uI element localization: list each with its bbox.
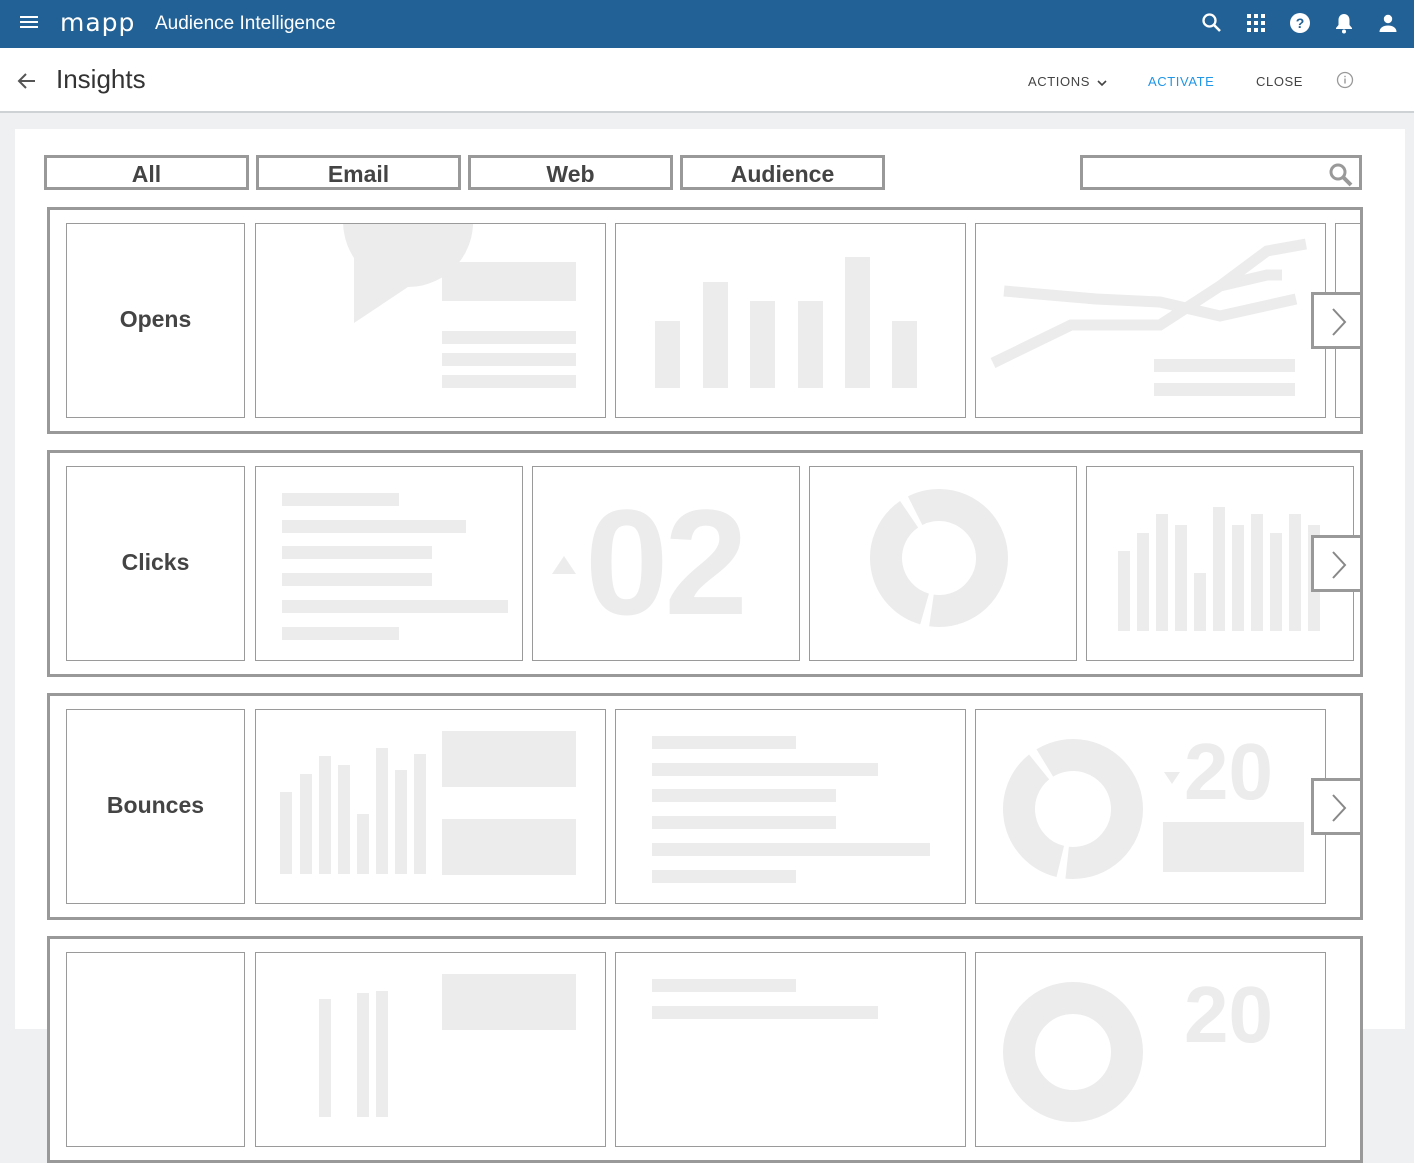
search-icon[interactable]: [1200, 11, 1224, 35]
line-chart-card[interactable]: [975, 223, 1326, 418]
actions-menu-button[interactable]: ACTIONS: [1028, 74, 1108, 89]
row-label-card[interactable]: [66, 952, 245, 1147]
donut-kpi-placeholder: [1003, 739, 1304, 879]
donut-kpi-card[interactable]: 20: [975, 709, 1326, 904]
chevron-right-icon: [1332, 308, 1347, 336]
chevron-down-icon: [1097, 79, 1107, 86]
back-arrow-icon[interactable]: [16, 70, 38, 92]
donut-kpi-placeholder: [1003, 982, 1143, 1122]
actions-label: ACTIONS: [1028, 74, 1090, 89]
pie-chart-card[interactable]: [255, 223, 606, 418]
close-button[interactable]: CLOSE: [1256, 74, 1303, 89]
app-title: Audience Intelligence: [155, 13, 336, 34]
bar-summary-card[interactable]: [255, 952, 606, 1147]
mapp-logo: mapp: [60, 8, 136, 37]
kpi-number: 02: [585, 478, 748, 646]
pie-chart-placeholder: [343, 224, 576, 388]
row-label: Opens: [119, 306, 192, 332]
bar-chart-card[interactable]: [615, 223, 966, 418]
tab-audience[interactable]: Audience: [680, 155, 885, 190]
row-label: Bounces: [106, 792, 205, 818]
insight-row-bounces: Bounces 20: [47, 693, 1363, 920]
list-placeholder: [282, 493, 508, 640]
list-card[interactable]: [255, 466, 523, 661]
next-button[interactable]: [1311, 292, 1360, 349]
apps-grid-icon[interactable]: [1244, 11, 1268, 35]
svg-text:?: ?: [1296, 15, 1305, 31]
kpi-number: 20: [1184, 970, 1273, 1059]
row-label-card[interactable]: Opens: [66, 223, 245, 418]
list-placeholder: [652, 736, 930, 883]
account-icon[interactable]: [1376, 11, 1400, 35]
chevron-right-icon: [1332, 794, 1347, 822]
line-chart-placeholder: [990, 238, 1307, 396]
bar-summary-card[interactable]: [255, 709, 606, 904]
bar-summary-placeholder: [319, 974, 576, 1117]
search-icon[interactable]: [1327, 161, 1355, 189]
activate-button[interactable]: ACTIVATE: [1148, 74, 1214, 89]
list-card[interactable]: [615, 709, 966, 904]
kpi-number: 20: [1184, 727, 1273, 816]
help-icon[interactable]: ?: [1288, 11, 1312, 35]
row-label-card[interactable]: Bounces: [66, 709, 245, 904]
insight-row-4: 20: [47, 936, 1363, 1163]
list-placeholder: [652, 979, 878, 1019]
app-bar: mapp Audience Intelligence ?: [0, 0, 1414, 48]
chevron-right-icon: [1332, 551, 1347, 579]
page-title: Insights: [56, 64, 146, 94]
page-header: Insights ACTIONS ACTIVATE CLOSE: [0, 48, 1414, 113]
row-label: Clicks: [121, 549, 190, 575]
kpi-card[interactable]: 02: [532, 466, 800, 661]
next-button[interactable]: [1311, 535, 1360, 592]
tab-email[interactable]: Email: [256, 155, 461, 190]
search-input[interactable]: [1080, 155, 1362, 190]
donut-chart-placeholder: [870, 489, 1008, 627]
list-card[interactable]: [615, 952, 966, 1147]
next-button[interactable]: [1311, 778, 1360, 835]
notifications-icon[interactable]: [1332, 11, 1356, 35]
bar-summary-placeholder: [280, 731, 576, 875]
info-icon[interactable]: [1336, 71, 1354, 89]
bar-chart-placeholder: [655, 257, 917, 388]
insight-row-clicks: Clicks 02: [47, 450, 1363, 677]
insight-row-opens: Opens: [47, 207, 1363, 434]
menu-icon[interactable]: [18, 13, 40, 35]
donut-kpi-card[interactable]: 20: [975, 952, 1326, 1147]
donut-chart-card[interactable]: [809, 466, 1077, 661]
tab-all[interactable]: All: [44, 155, 249, 190]
row-label-card[interactable]: Clicks: [66, 466, 245, 661]
tab-web[interactable]: Web: [468, 155, 673, 190]
